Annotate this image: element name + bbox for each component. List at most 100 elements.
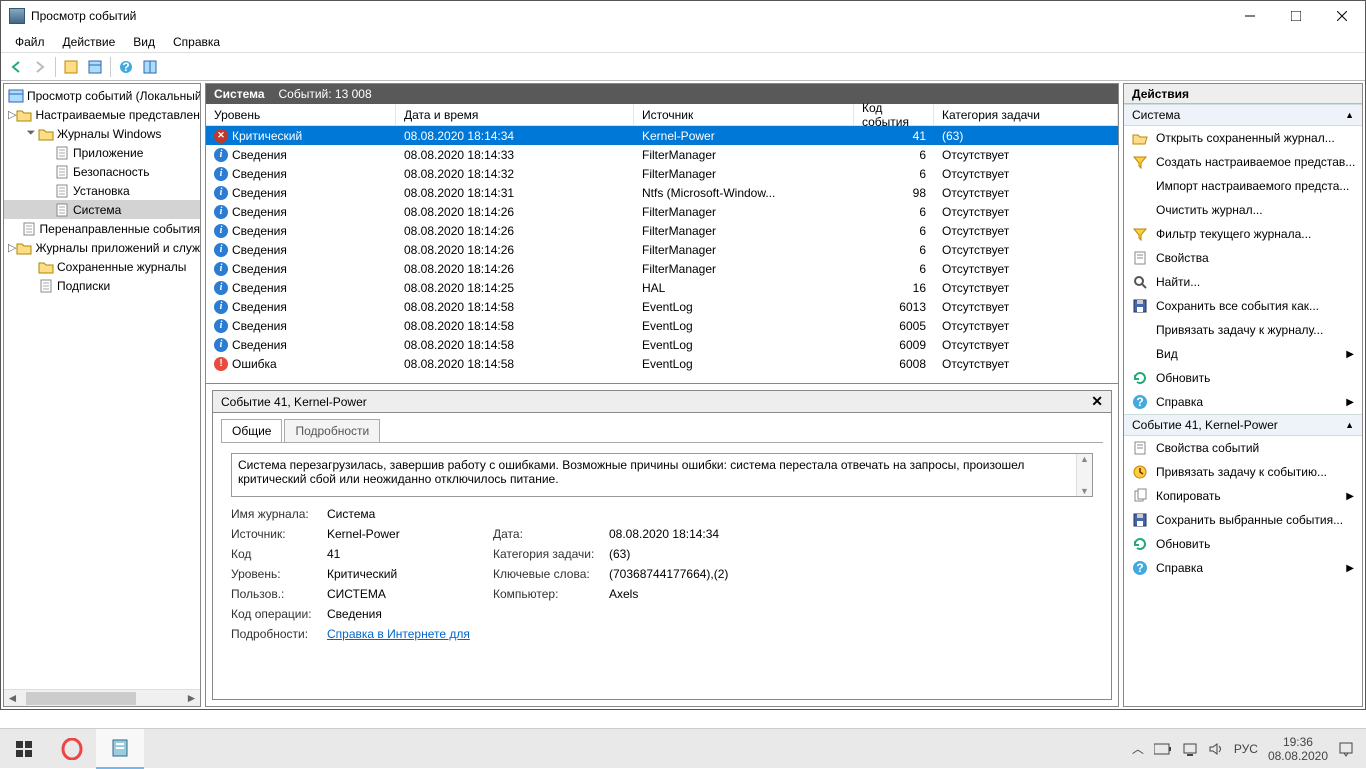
event-row[interactable]: Сведения08.08.2020 18:14:58EventLog6009О… (206, 335, 1118, 354)
back-button[interactable] (5, 56, 27, 78)
menu-help[interactable]: Справка (165, 33, 228, 51)
minimize-button[interactable] (1227, 1, 1273, 31)
actions-pane: Действия Система▲Открыть сохраненный жур… (1123, 83, 1363, 707)
action-icon (1132, 440, 1148, 456)
event-count: Событий: 13 008 (279, 87, 372, 101)
level-icon (214, 357, 228, 371)
level-icon (214, 129, 228, 143)
tray-volume-icon[interactable] (1208, 742, 1224, 756)
action-item[interactable]: Обновить (1124, 532, 1362, 556)
maximize-button[interactable] (1273, 1, 1319, 31)
start-button[interactable] (0, 729, 48, 769)
tree-node-winlogs[interactable]: ⏷Журналы Windows (4, 124, 200, 143)
online-help-link[interactable]: Справка в Интернете для (327, 627, 470, 641)
event-row[interactable]: Сведения08.08.2020 18:14:33FilterManager… (206, 145, 1118, 164)
actions-header: Действия (1124, 84, 1362, 104)
action-item[interactable]: Фильтр текущего журнала... (1124, 222, 1362, 246)
tab-general[interactable]: Общие (221, 419, 282, 442)
event-row[interactable]: Сведения08.08.2020 18:14:25HAL16Отсутств… (206, 278, 1118, 297)
action-icon (1132, 130, 1148, 146)
menu-action[interactable]: Действие (55, 33, 124, 51)
level-icon (214, 338, 228, 352)
tray-chevron-icon[interactable]: ︿ (1132, 740, 1144, 757)
level-icon (214, 243, 228, 257)
col-date[interactable]: Дата и время (396, 104, 634, 125)
tree-node-subs[interactable]: Подписки (4, 276, 200, 295)
event-row[interactable]: Сведения08.08.2020 18:14:26FilterManager… (206, 259, 1118, 278)
desc-scrollbar[interactable]: ▲▼ (1076, 454, 1092, 496)
col-level[interactable]: Уровень (206, 104, 396, 125)
toolbar-icon[interactable] (60, 56, 82, 78)
action-item[interactable]: Импорт настраиваемого предста... (1124, 174, 1362, 198)
detail-close-icon[interactable]: ✕ (1091, 393, 1103, 410)
tray-clock[interactable]: 19:36 08.08.2020 (1268, 735, 1328, 763)
action-item[interactable]: Привязать задачу к журналу... (1124, 318, 1362, 342)
event-row[interactable]: Сведения08.08.2020 18:14:26FilterManager… (206, 202, 1118, 221)
toolbar-icon[interactable] (139, 56, 161, 78)
actions-section[interactable]: Событие 41, Kernel-Power▲ (1124, 414, 1362, 436)
action-item[interactable]: Вид▶ (1124, 342, 1362, 366)
action-icon (1132, 488, 1148, 504)
forward-button[interactable] (29, 56, 51, 78)
tree-node-setup[interactable]: Установка (4, 181, 200, 200)
action-item[interactable]: Свойства (1124, 246, 1362, 270)
tree-node-saved[interactable]: Сохраненные журналы (4, 257, 200, 276)
tray-notifications-icon[interactable] (1338, 741, 1354, 757)
level-icon (214, 262, 228, 276)
action-item[interactable]: Сохранить все события как... (1124, 294, 1362, 318)
action-item[interactable]: Открыть сохраненный журнал... (1124, 126, 1362, 150)
event-list[interactable]: Критический08.08.2020 18:14:34Kernel-Pow… (206, 126, 1118, 383)
tree-scrollbar[interactable]: ◄► (4, 689, 200, 706)
action-icon (1132, 250, 1148, 266)
col-id[interactable]: Код события (854, 104, 934, 125)
action-item[interactable]: Сохранить выбранные события... (1124, 508, 1362, 532)
action-item[interactable]: Найти... (1124, 270, 1362, 294)
tree-node-custom[interactable]: ▷Настраиваемые представления (4, 105, 200, 124)
tree-node-app[interactable]: Приложение (4, 143, 200, 162)
action-item[interactable]: Копировать▶ (1124, 484, 1362, 508)
svg-text:?: ? (1136, 561, 1143, 575)
action-item[interactable]: ?Справка▶ (1124, 556, 1362, 580)
list-header: Система Событий: 13 008 (206, 84, 1118, 104)
event-row[interactable]: Сведения08.08.2020 18:14:58EventLog6013О… (206, 297, 1118, 316)
action-item[interactable]: Свойства событий (1124, 436, 1362, 460)
event-row[interactable]: Сведения08.08.2020 18:14:58EventLog6005О… (206, 316, 1118, 335)
action-item[interactable]: Очистить журнал... (1124, 198, 1362, 222)
tree-node-system[interactable]: Система (4, 200, 200, 219)
taskbar-app-opera[interactable] (48, 729, 96, 769)
tray-battery-icon[interactable] (1154, 743, 1172, 755)
tab-details[interactable]: Подробности (284, 419, 380, 442)
tree-node-root[interactable]: Просмотр событий (Локальный) (4, 86, 200, 105)
close-button[interactable] (1319, 1, 1365, 31)
tray-language[interactable]: РУС (1234, 742, 1258, 756)
tree-node-applogs[interactable]: ▷Журналы приложений и служб (4, 238, 200, 257)
event-row[interactable]: Сведения08.08.2020 18:14:26FilterManager… (206, 240, 1118, 259)
event-row[interactable]: Ошибка08.08.2020 18:14:58EventLog6008Отс… (206, 354, 1118, 373)
taskbar-app-eventviewer[interactable] (96, 729, 144, 769)
help-icon[interactable]: ? (115, 56, 137, 78)
tree-node-sec[interactable]: Безопасность (4, 162, 200, 181)
action-icon (1132, 274, 1148, 290)
action-item[interactable]: Создать настраиваемое представ... (1124, 150, 1362, 174)
event-row[interactable]: Сведения08.08.2020 18:14:31Ntfs (Microso… (206, 183, 1118, 202)
action-item[interactable]: ?Справка▶ (1124, 390, 1362, 414)
action-item[interactable]: Обновить (1124, 366, 1362, 390)
action-item[interactable]: Привязать задачу к событию... (1124, 460, 1362, 484)
tree-node-fwd[interactable]: Перенаправленные события (4, 219, 200, 238)
menu-view[interactable]: Вид (125, 33, 163, 51)
action-icon (1132, 322, 1148, 338)
event-description: Система перезагрузилась, завершив работу… (231, 453, 1093, 497)
menu-file[interactable]: Файл (7, 33, 53, 51)
taskbar: ︿ РУС 19:36 08.08.2020 (0, 728, 1366, 768)
event-row[interactable]: Критический08.08.2020 18:14:34Kernel-Pow… (206, 126, 1118, 145)
event-row[interactable]: Сведения08.08.2020 18:14:32FilterManager… (206, 164, 1118, 183)
col-category[interactable]: Категория задачи (934, 104, 1118, 125)
toolbar-icon[interactable] (84, 56, 106, 78)
action-icon (1132, 154, 1148, 170)
actions-section[interactable]: Система▲ (1124, 104, 1362, 126)
level-icon (214, 186, 228, 200)
tray-network-icon[interactable] (1182, 742, 1198, 756)
app-icon (9, 8, 25, 24)
col-source[interactable]: Источник (634, 104, 854, 125)
event-row[interactable]: Сведения08.08.2020 18:14:26FilterManager… (206, 221, 1118, 240)
